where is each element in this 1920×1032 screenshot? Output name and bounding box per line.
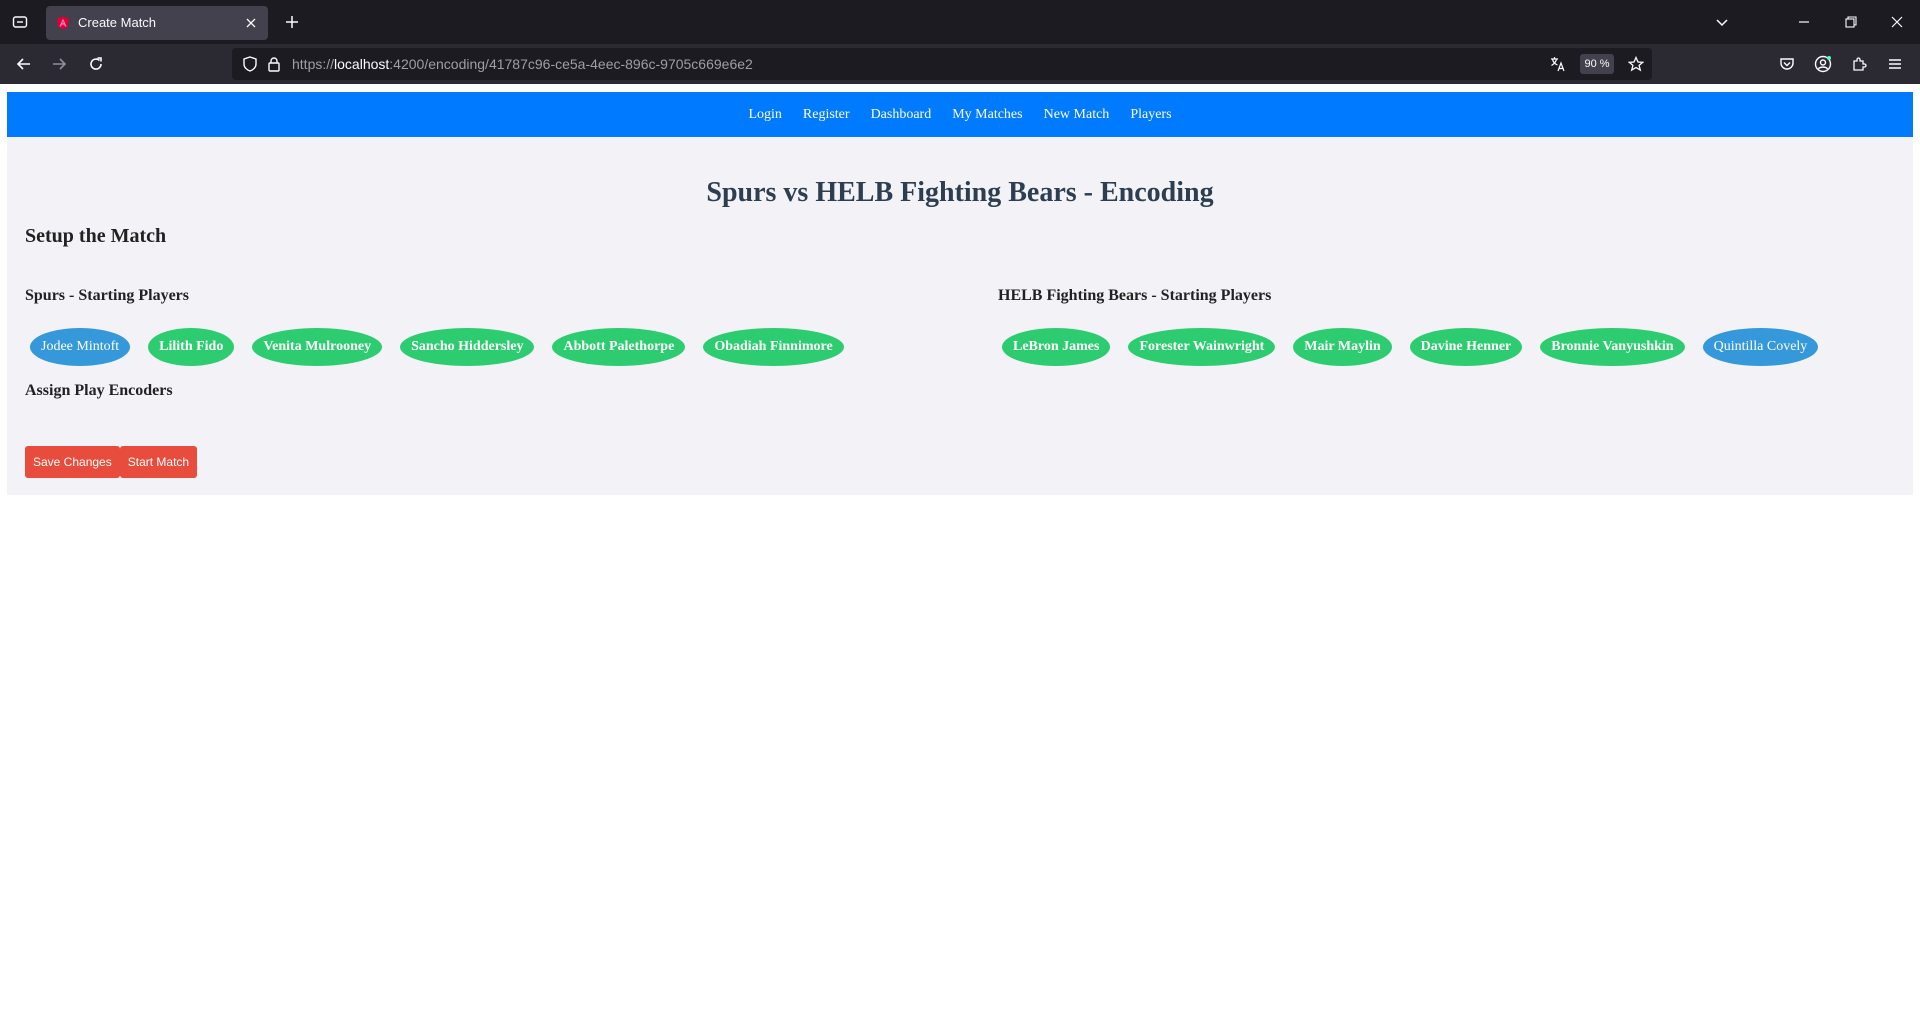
browser-navbar: https://localhost:4200/encoding/41787c96…: [0, 44, 1920, 84]
home-team-heading: Spurs - Starting Players: [25, 287, 189, 304]
menu-hamburger-icon[interactable]: [1883, 52, 1907, 76]
translate-icon[interactable]: [1550, 56, 1566, 72]
lock-icon[interactable]: [266, 56, 282, 72]
page-title: Spurs vs HELB Fighting Bears - Encoding: [706, 177, 1214, 208]
player-chip[interactable]: Davine Henner: [1409, 328, 1523, 366]
new-tab-icon[interactable]: [280, 10, 304, 34]
away-team-heading: HELB Fighting Bears - Starting Players: [998, 287, 1272, 304]
nav-link-register[interactable]: Register: [803, 107, 850, 123]
player-chip[interactable]: Jodee Mintoft: [30, 328, 131, 366]
minimize-icon[interactable]: [1792, 10, 1816, 34]
list-all-tabs-chevron-icon[interactable]: [1710, 10, 1734, 34]
start-match-button[interactable]: Start Match: [119, 446, 198, 478]
browser-tabbar: Create Match: [0, 0, 1920, 44]
pocket-icon[interactable]: [1775, 52, 1799, 76]
assign-encoders-heading: Assign Play Encoders: [25, 382, 173, 399]
away-players-list: LeBron James Forester Wainwright Mair Ma…: [1002, 328, 1819, 366]
player-chip[interactable]: Venita Mulrooney: [252, 328, 383, 366]
player-chip[interactable]: Forester Wainwright: [1128, 328, 1276, 366]
nav-link-login[interactable]: Login: [748, 107, 781, 123]
nav-link-players[interactable]: Players: [1130, 107, 1171, 123]
tab-title: Create Match: [78, 15, 157, 30]
player-chip[interactable]: Mair Maylin: [1293, 328, 1392, 366]
forward-arrow-icon[interactable]: [47, 52, 71, 76]
nav-link-my-matches[interactable]: My Matches: [952, 107, 1022, 123]
tracking-shield-icon[interactable]: [242, 56, 258, 72]
nav-link-dashboard[interactable]: Dashboard: [871, 107, 932, 123]
app-container: Login Register Dashboard My Matches New …: [7, 92, 1913, 495]
setup-heading: Setup the Match: [25, 225, 167, 247]
player-chip[interactable]: Sancho Hiddersley: [400, 328, 535, 366]
close-tab-icon[interactable]: [242, 14, 260, 32]
url-path: :4200/encoding/41787c96-ce5a-4eec-896c-9…: [389, 56, 753, 72]
page-viewport: Login Register Dashboard My Matches New …: [0, 84, 1920, 1032]
restore-icon[interactable]: [1839, 10, 1863, 34]
zoom-level-badge[interactable]: 90 %: [1580, 54, 1614, 74]
player-chip[interactable]: Obadiah Finnimore: [703, 328, 844, 366]
home-players-list: Jodee Mintoft Lilith Fido Venita Mulroon…: [30, 328, 844, 366]
bookmark-star-icon[interactable]: [1628, 56, 1644, 72]
player-chip[interactable]: LeBron James: [1002, 328, 1111, 366]
browser-tab-active[interactable]: Create Match: [46, 6, 268, 40]
address-bar[interactable]: https://localhost:4200/encoding/41787c96…: [232, 48, 1652, 80]
app-navbar: Login Register Dashboard My Matches New …: [7, 92, 1913, 137]
url-host: localhost: [334, 56, 390, 72]
save-changes-button[interactable]: Save Changes: [25, 446, 120, 478]
player-chip[interactable]: Bronnie Vanyushkin: [1540, 328, 1685, 366]
player-chip[interactable]: Quintilla Covely: [1702, 328, 1819, 366]
extensions-puzzle-icon[interactable]: [1847, 52, 1871, 76]
url-scheme: https://: [292, 56, 335, 72]
account-icon[interactable]: [1811, 52, 1835, 76]
tab-list-icon[interactable]: [8, 10, 32, 34]
angular-favicon-icon: [56, 16, 70, 30]
player-chip[interactable]: Abbott Palethorpe: [552, 328, 686, 366]
action-buttons: Save Changes Start Match: [25, 446, 198, 478]
nav-link-new-match[interactable]: New Match: [1044, 107, 1110, 123]
close-window-icon[interactable]: [1885, 10, 1909, 34]
back-arrow-icon[interactable]: [12, 52, 36, 76]
reload-icon[interactable]: [84, 52, 108, 76]
url-text[interactable]: https://localhost:4200/encoding/41787c96…: [292, 56, 753, 72]
player-chip[interactable]: Lilith Fido: [148, 328, 235, 366]
